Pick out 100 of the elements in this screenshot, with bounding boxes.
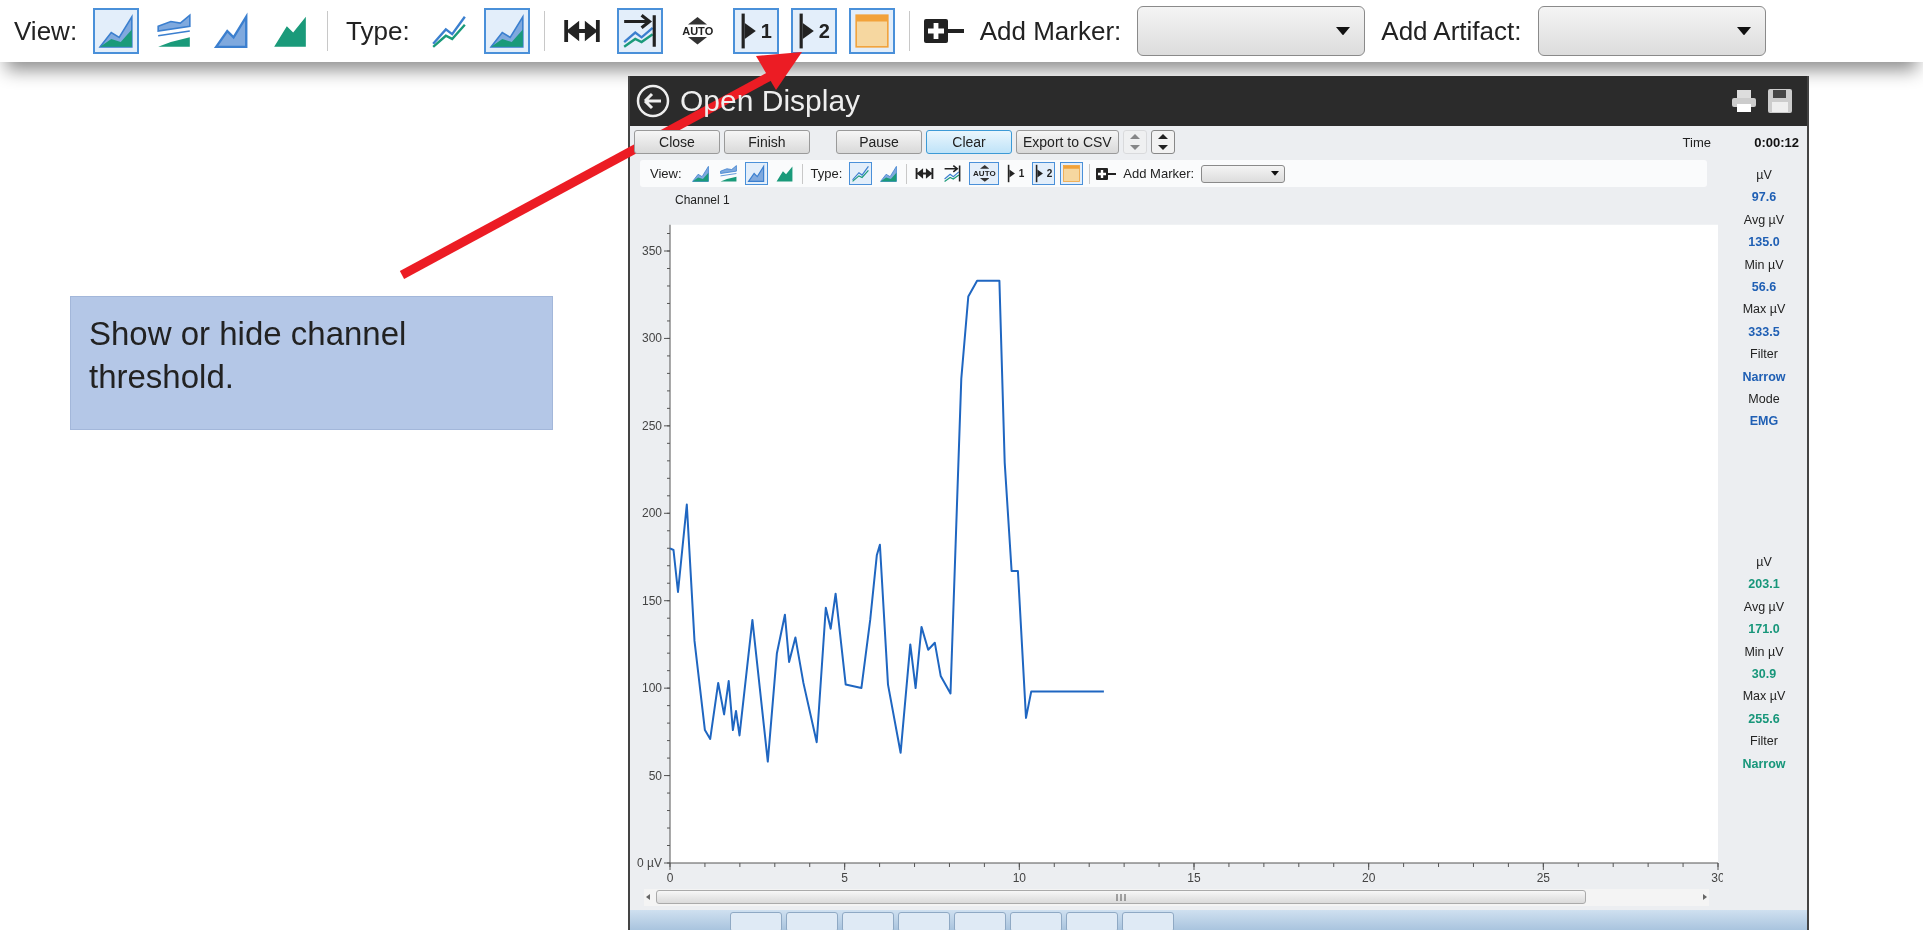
toolbar-button[interactable]: Finish [724, 130, 810, 154]
down-arrow-icon [979, 178, 990, 182]
stat-label: Max µV [1742, 688, 1786, 706]
stat-label: µV [1756, 553, 1772, 571]
scroll-thumb[interactable] [656, 890, 1586, 905]
chart-style-button[interactable] [849, 162, 873, 186]
back-icon[interactable] [636, 84, 670, 118]
area-chart-icon [879, 164, 899, 184]
down-arrow-icon [1129, 145, 1140, 150]
stat-value: 203.1 [1748, 576, 1780, 594]
horizontal-scrollbar[interactable] [644, 888, 1709, 906]
toolbar-button[interactable]: Clear [926, 130, 1012, 154]
stat-label: Mode [1748, 391, 1780, 409]
scroll-right-icon[interactable] [1701, 893, 1709, 902]
color-button[interactable] [848, 8, 895, 54]
color-button[interactable] [1060, 162, 1084, 186]
taskbar-button[interactable] [1122, 912, 1174, 930]
taskbar-button[interactable] [730, 912, 782, 930]
y-tick-label: 350 [641, 243, 662, 258]
auto-scale-button[interactable]: AUTO [969, 162, 1000, 186]
callout-note: Show or hide channel threshold. [70, 296, 553, 430]
artifact-dropdown[interactable] [1537, 6, 1766, 56]
scroll-left-icon[interactable] [644, 893, 652, 902]
stat-value: 97.6 [1751, 189, 1777, 207]
area-chart-icon [746, 164, 766, 184]
y-tick-label: 250 [641, 418, 662, 433]
y-tick-label: 100 [641, 680, 662, 695]
dropdown-caret-icon [1336, 26, 1351, 36]
taskbar-button[interactable] [898, 912, 950, 930]
stat-label: µV [1756, 167, 1772, 184]
color-swatch-icon [1062, 164, 1082, 184]
threshold-button[interactable]: 2 [1032, 162, 1056, 186]
auto-scale-button[interactable]: AUTO [674, 8, 721, 54]
up-arrow-icon [1157, 134, 1168, 139]
toolbar-button[interactable]: Pause [836, 130, 922, 154]
marker-dropdown[interactable] [1137, 6, 1366, 56]
stat-label: Avg µV [1743, 598, 1785, 616]
down-arrow-icon [1157, 145, 1168, 150]
stat-value: Narrow [1742, 368, 1786, 386]
y-tick-label: 300 [641, 331, 662, 345]
chart-style-button[interactable] [93, 8, 140, 54]
add-marker-label: Add Marker: [979, 15, 1122, 47]
stacked-chart-icon [718, 164, 738, 184]
taskbar-button[interactable] [1010, 912, 1062, 930]
y-tick-label: 0 µV [637, 855, 662, 870]
y-tick-label: 50 [648, 768, 662, 783]
toolbar-button[interactable]: Close [634, 130, 720, 154]
marker-flag-icon [1035, 164, 1045, 184]
channel-label: Channel 1 [674, 192, 731, 210]
stat-value: 56.6 [1751, 279, 1777, 297]
area-chart-icon [487, 12, 526, 50]
scroll-chart-icon [943, 164, 963, 184]
stat-label: Min µV [1744, 256, 1784, 274]
down-arrow-icon [688, 37, 708, 45]
area-chart-icon [690, 164, 710, 184]
x-tick-label: 15 [1187, 870, 1201, 885]
view-label: View: [14, 15, 78, 47]
y-tick-label: 200 [641, 505, 662, 520]
x-tick-label: 20 [1362, 870, 1376, 885]
chart-style-button[interactable] [744, 162, 768, 186]
view-label: View: [650, 166, 682, 182]
threshold-button[interactable]: 1 [1004, 162, 1028, 186]
add-marker-icon[interactable] [1096, 167, 1117, 180]
chart-style-button[interactable] [483, 8, 530, 54]
taskbar-button[interactable] [954, 912, 1006, 930]
stat-value: 30.9 [1751, 665, 1777, 683]
stat-label: Filter [1750, 733, 1778, 751]
y-tick-label: 150 [641, 593, 662, 608]
color-swatch-icon [852, 12, 891, 50]
grip-icon [1116, 893, 1126, 901]
dropdown-caret-icon [1271, 171, 1280, 176]
scroll-button[interactable] [616, 8, 663, 54]
toolbar-button[interactable]: Export to CSV [1016, 130, 1119, 154]
threshold-button[interactable]: 1 [732, 8, 779, 54]
marker-flag-icon [1007, 164, 1017, 184]
x-tick-label: 5 [841, 870, 848, 885]
add-artifact-label: Add Artifact: [1381, 15, 1522, 47]
stacked-chart-icon [155, 12, 194, 50]
print-icon[interactable] [1731, 89, 1757, 113]
time-value: 0:00:12 [1753, 134, 1799, 150]
stat-value: Narrow [1742, 755, 1786, 773]
stat-label: Min µV [1744, 643, 1784, 661]
spin-button[interactable] [1150, 130, 1175, 154]
stat-value: EMG [1749, 413, 1779, 431]
x-tick-label: 25 [1536, 870, 1550, 885]
add-marker-icon[interactable] [923, 19, 964, 43]
threshold-button[interactable]: 2 [790, 8, 837, 54]
stat-value: 171.0 [1748, 621, 1780, 639]
up-arrow-icon [1129, 134, 1140, 139]
x-tick-label: 0 [666, 870, 674, 885]
save-icon[interactable] [1767, 88, 1793, 114]
type-label: Type: [810, 166, 843, 182]
stat-label: Avg µV [1743, 211, 1785, 229]
time-label: Time [1682, 134, 1711, 150]
taskbar-button[interactable] [842, 912, 894, 930]
stat-value: 135.0 [1748, 234, 1780, 252]
taskbar-button[interactable] [1066, 912, 1118, 930]
taskbar-button[interactable] [786, 912, 838, 930]
marker-dropdown[interactable] [1201, 164, 1286, 183]
x-tick-label: 10 [1012, 870, 1026, 885]
